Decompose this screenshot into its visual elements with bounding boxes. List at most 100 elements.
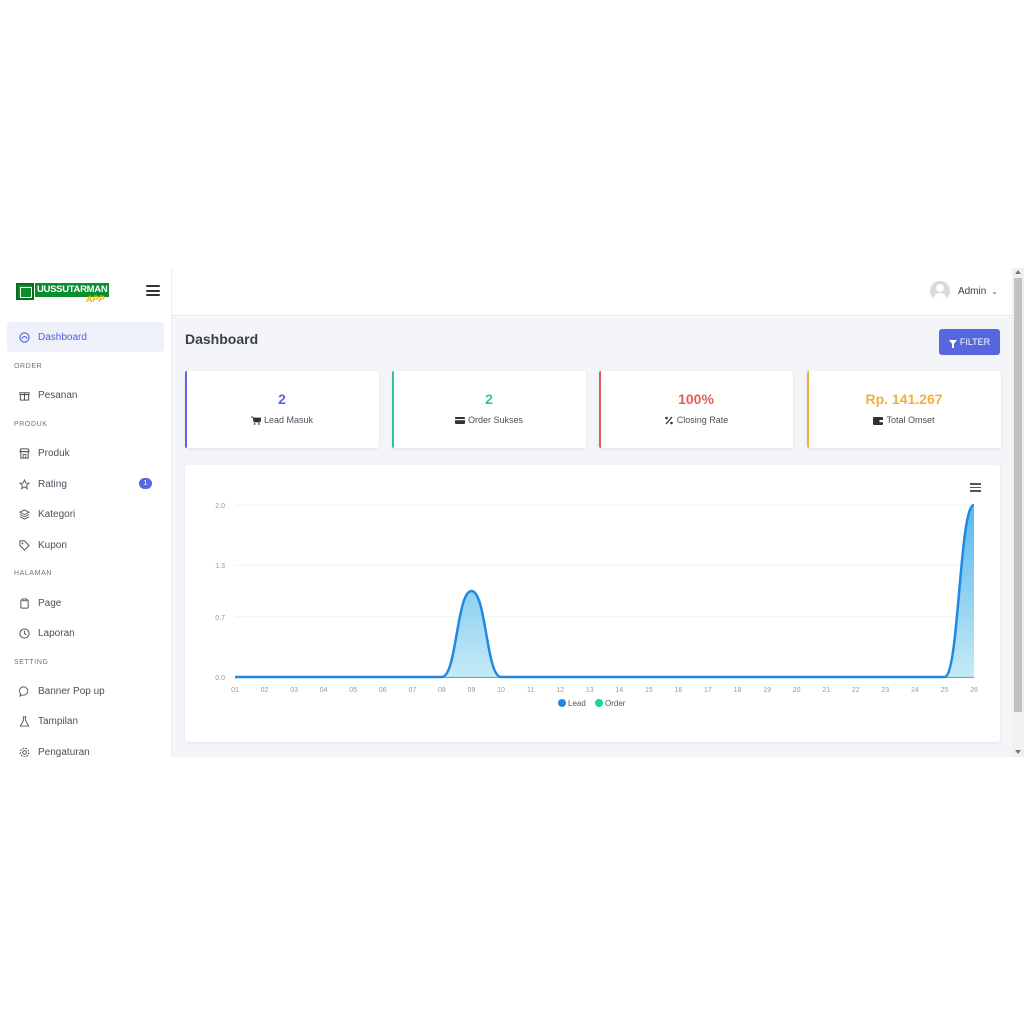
x-tick-label: 14 — [615, 687, 623, 694]
x-tick-label: 02 — [261, 687, 269, 694]
sidebar-item-label: Banner Pop up — [38, 685, 105, 697]
menu-toggle-button[interactable] — [146, 285, 160, 297]
lead-order-chart: 0.0 0.7 1.3 2.0 01 02 03 04 05 06 07 08 09 10 11 12 13 14… — [215, 503, 978, 708]
x-tick-label: 21 — [822, 687, 830, 694]
x-tick-label: 12 — [556, 687, 564, 694]
x-tick-label: 15 — [645, 687, 653, 694]
sidebar-item-produk[interactable]: Produk — [7, 438, 164, 468]
dashboard-icon — [19, 331, 30, 343]
rating-count-badge: 1 — [139, 478, 152, 489]
sidebar-item-label: Kupon — [38, 539, 67, 551]
sidebar-item-label: Laporan — [38, 627, 75, 639]
tag-icon — [19, 539, 30, 551]
x-tick-label: 16 — [675, 687, 683, 694]
x-tick-label: 26 — [970, 687, 978, 694]
x-tick-label: 24 — [911, 687, 919, 694]
chart-card: 0.0 0.7 1.3 2.0 01 02 03 04 05 06 07 08 09 10 11 12 13 14… — [185, 465, 1000, 742]
sidebar-item-label: Kategori — [38, 508, 76, 520]
x-tick-label: 07 — [408, 687, 416, 694]
store-icon — [19, 447, 30, 459]
layers-icon — [19, 508, 30, 520]
stat-value: 100% — [678, 391, 714, 407]
x-tick-label: 18 — [734, 687, 742, 694]
stat-value: 2 — [485, 391, 493, 407]
clock-icon — [19, 627, 30, 639]
sidebar-item-pengaturan[interactable]: Pengaturan — [7, 737, 164, 757]
flask-icon — [19, 715, 30, 727]
stat-caption: Lead Masuk — [185, 415, 379, 425]
cart-icon — [250, 416, 261, 425]
sidebar-item-dashboard[interactable]: Dashboard — [7, 322, 164, 352]
filter-button-label: FILTER — [959, 337, 991, 347]
sidebar-item-kategori[interactable]: Kategori — [7, 499, 164, 529]
scroll-up-icon[interactable] — [1015, 270, 1021, 274]
sidebar-item-laporan[interactable]: Laporan — [7, 618, 164, 648]
sidebar-item-tampilan[interactable]: Tampilan — [7, 706, 164, 736]
x-tick-label: 08 — [438, 687, 446, 694]
sidebar-item-label: Pengaturan — [38, 746, 90, 758]
stat-label: Lead Masuk — [263, 415, 314, 425]
app-window: UUSSUTARMAN APP Dashboard ORDER Pesanan … — [0, 268, 1024, 757]
sidebar-item-banner[interactable]: Banner Pop up — [7, 676, 164, 706]
section-heading-produk: PRODUK — [14, 421, 48, 428]
page-scrollbar[interactable] — [1012, 268, 1024, 757]
sidebar-item-label: Produk — [38, 447, 70, 459]
sidebar-item-kupon[interactable]: Kupon — [7, 530, 164, 560]
stat-caption: Closing Rate — [599, 415, 793, 425]
stat-card-lead: 2 Lead Masuk — [185, 371, 379, 448]
main-content: Dashboard FILTER 2 Lead Masuk 2 Order Su… — [172, 317, 1012, 757]
x-tick-label: 23 — [881, 687, 889, 694]
scroll-down-icon[interactable] — [1015, 750, 1021, 754]
filter-icon — [948, 339, 957, 348]
section-heading-halaman: HALAMAN — [14, 570, 53, 577]
y-tick-label: 0.7 — [215, 615, 225, 622]
user-menu[interactable]: Admin ⌄ — [929, 280, 998, 302]
sidebar-item-pesanan[interactable]: Pesanan — [7, 380, 164, 410]
stat-card-closing-rate: 100% Closing Rate — [599, 371, 793, 448]
y-tick-label: 1.3 — [215, 563, 225, 570]
sidebar-item-label: Rating — [38, 478, 67, 490]
x-tick-label: 25 — [941, 687, 949, 694]
x-tick-label: 11 — [527, 687, 534, 694]
x-tick-label: 03 — [290, 687, 298, 694]
x-tick-label: 05 — [349, 687, 357, 694]
sidebar-item-rating[interactable]: Rating 1 — [7, 469, 164, 499]
stat-accent-bar — [599, 371, 601, 448]
stat-accent-bar — [807, 371, 809, 448]
scroll-thumb[interactable] — [1014, 278, 1022, 712]
wallet-icon — [873, 416, 884, 425]
section-heading-setting: SETTING — [14, 659, 49, 666]
y-tick-label: 0.0 — [215, 675, 225, 682]
legend-marker — [558, 699, 566, 707]
x-tick-label: 22 — [852, 687, 860, 694]
stat-label: Closing Rate — [676, 415, 729, 425]
stat-caption: Total Omset — [807, 415, 1001, 425]
gear-icon — [19, 747, 30, 758]
sidebar-item-label: Tampilan — [38, 715, 79, 727]
x-tick-label: 04 — [320, 687, 328, 694]
credit-card-icon — [454, 416, 465, 425]
stat-value: 2 — [278, 391, 286, 407]
topbar: Admin ⌄ — [172, 268, 1012, 316]
star-icon — [19, 478, 30, 490]
stat-accent-bar — [185, 371, 187, 448]
logo-mark — [16, 283, 34, 300]
legend-label: Lead — [568, 699, 586, 708]
hamburger-icon — [146, 285, 160, 287]
x-tick-label: 17 — [704, 687, 712, 694]
filter-button[interactable]: FILTER — [939, 329, 1000, 355]
stat-label: Total Omset — [886, 415, 935, 425]
chevron-down-icon: ⌄ — [991, 286, 998, 296]
x-tick-label: 10 — [497, 687, 505, 694]
x-tick-label: 01 — [231, 687, 239, 694]
chat-icon — [19, 685, 30, 697]
legend-label: Order — [605, 699, 626, 708]
brand-logo[interactable]: UUSSUTARMAN APP — [16, 282, 112, 304]
hamburger-line — [146, 294, 160, 296]
brand-tag: APP — [86, 294, 105, 304]
hamburger-line — [146, 289, 160, 292]
sidebar-item-page[interactable]: Page — [7, 588, 164, 618]
stat-value: Rp. 141.267 — [865, 391, 943, 407]
stat-label: Order Sukses — [467, 415, 524, 425]
x-tick-label: 06 — [379, 687, 387, 694]
